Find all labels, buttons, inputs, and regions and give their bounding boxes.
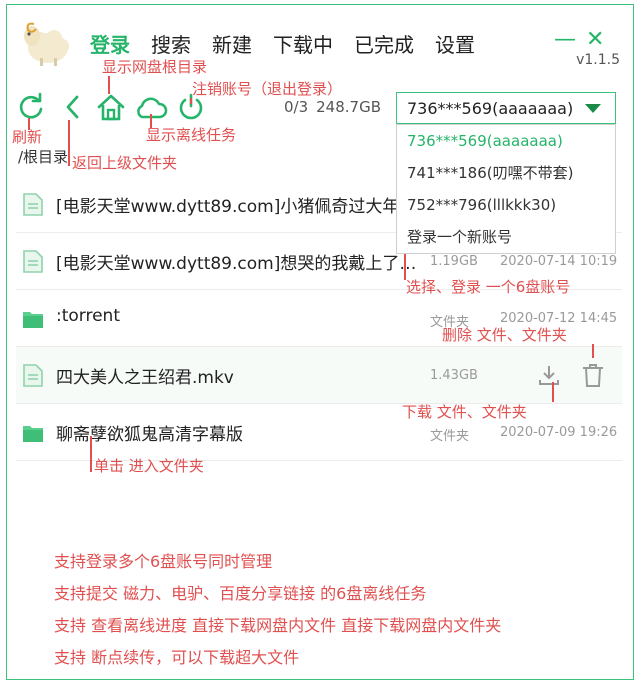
account-option[interactable]: 741***186(叨嘿不带套)	[397, 157, 615, 189]
annotation-back: 返回上级文件夹	[72, 154, 178, 172]
file-size: 1.19GB	[430, 254, 478, 269]
breadcrumb: /根目录	[18, 148, 69, 166]
tab-login[interactable]: 登录	[90, 32, 130, 58]
account-option[interactable]: 736***569(aaaaaaa)	[397, 125, 615, 157]
quota-stats: 0/3 248.7GB	[284, 98, 389, 116]
download-icon[interactable]	[536, 362, 562, 388]
file-icon	[23, 364, 43, 387]
account-dropdown: 736***569(aaaaaaa) 741***186(叨嘿不带套) 752*…	[396, 124, 616, 254]
login-new-account-option[interactable]: 登录一个新账号	[397, 221, 615, 253]
annotation-line	[90, 436, 92, 472]
trash-icon[interactable]	[580, 362, 606, 388]
annotation-download: 下载 文件、文件夹	[402, 403, 527, 421]
account-select[interactable]: 736***569(aaaaaaa)	[396, 92, 616, 124]
tab-completed[interactable]: 已完成	[354, 32, 414, 58]
folder-row[interactable]: 聊斋孽欲狐鬼高清字幕版 文件夹 2020-07-09 19:26	[16, 404, 622, 461]
annotation-refresh: 刷新	[12, 128, 43, 146]
minimize-button[interactable]: —	[554, 28, 576, 52]
file-date: 2020-07-12 14:45	[500, 311, 618, 326]
file-date: 2020-07-14 10:19	[500, 254, 618, 269]
folder-icon	[23, 426, 43, 442]
tab-new[interactable]: 新建	[212, 32, 252, 58]
file-name: [电影天堂www.dytt89.com]想哭的我戴上了…	[56, 254, 417, 274]
tab-downloading[interactable]: 下载中	[273, 32, 333, 58]
folder-name: 聊斋孽欲狐鬼高清字幕版	[56, 425, 243, 445]
tab-search[interactable]: 搜索	[151, 32, 191, 58]
annotation-delete: 删除 文件、文件夹	[442, 326, 567, 344]
folder-name: :torrent	[56, 306, 120, 326]
account-option[interactable]: 752***796(lllkkk30)	[397, 189, 615, 221]
home-icon[interactable]	[96, 92, 126, 122]
feature-line: 支持 断点续传，可以下载超大文件	[54, 648, 300, 667]
main-nav: 登录 搜索 新建 下载中 已完成 设置	[90, 32, 496, 58]
task-count: 0/3	[284, 98, 309, 116]
annotation-enter: 单击 进入文件夹	[94, 457, 204, 475]
annotation-logout: 注销账号（退出登录）	[192, 80, 343, 98]
chevron-down-icon	[585, 104, 601, 113]
file-row[interactable]: 四大美人之王绍君.mkv 1.43GB	[16, 347, 622, 404]
storage-size: 248.7GB	[316, 98, 381, 116]
annotation-line	[592, 344, 594, 358]
close-button[interactable]: ✕	[586, 28, 604, 52]
annotation-root: 显示网盘根目录	[102, 58, 208, 76]
file-icon	[23, 250, 43, 273]
back-icon[interactable]	[58, 92, 88, 122]
feature-line: 支持提交 磁力、电驴、百度分享链接 的6盘离线任务	[54, 584, 427, 603]
feature-line: 支持登录多个6盘账号同时管理	[54, 552, 273, 571]
annotation-line	[28, 118, 30, 130]
annotation-line	[552, 382, 554, 402]
account-selected-value: 736***569(aaaaaaa)	[407, 99, 574, 118]
tab-settings[interactable]: 设置	[435, 32, 475, 58]
sheep-logo-icon	[24, 22, 69, 66]
folder-icon	[23, 312, 43, 328]
annotation-offline: 显示离线任务	[146, 126, 237, 144]
version-label: v1.1.5	[576, 52, 620, 68]
file-date: 2020-07-09 19:26	[500, 425, 618, 440]
file-size: 1.43GB	[430, 368, 478, 383]
annotation-line	[108, 76, 110, 94]
file-name: 四大美人之王绍君.mkv	[56, 368, 234, 388]
annotation-select: 选择、登录 一个6盘账号	[406, 278, 571, 296]
feature-line: 支持 查看离线进度 直接下载网盘内文件 直接下载网盘内文件夹	[54, 616, 502, 635]
annotation-line	[190, 98, 192, 104]
annotation-line	[150, 114, 152, 128]
file-name: [电影天堂www.dytt89.com]小猪佩奇过大年	[56, 197, 400, 217]
file-icon	[23, 193, 43, 216]
file-type: 文件夹	[430, 429, 470, 444]
refresh-icon[interactable]	[16, 92, 46, 122]
annotation-line	[68, 120, 70, 166]
